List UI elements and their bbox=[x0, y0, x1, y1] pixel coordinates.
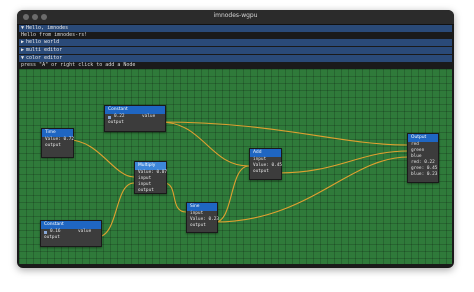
panel-header-color-editor[interactable]: ▼ color editor bbox=[19, 55, 452, 62]
panel-label: multi editor bbox=[26, 47, 63, 53]
slider-label: value bbox=[142, 114, 156, 119]
link-sine-to-output-blue bbox=[214, 156, 409, 223]
output-pin-label[interactable]: output bbox=[42, 143, 73, 149]
slider-handle-icon[interactable] bbox=[108, 115, 111, 119]
link-add-to-output-green bbox=[277, 150, 409, 174]
node-title[interactable]: Constant bbox=[41, 221, 101, 229]
node-sine[interactable]: Sine input Value: 0.23 output bbox=[186, 202, 219, 233]
node-constant-top[interactable]: Constant 0.22 value output bbox=[104, 105, 166, 132]
link-constant-bottom-to-multiply bbox=[96, 182, 135, 238]
node-title[interactable]: Constant bbox=[105, 106, 165, 114]
node-constant-bottom[interactable]: Constant 0.16 value output bbox=[40, 220, 102, 247]
node-title[interactable]: Time bbox=[42, 129, 73, 137]
node-title[interactable]: Multiply bbox=[135, 162, 166, 170]
slider-label: value bbox=[78, 229, 92, 234]
node-title[interactable]: Add bbox=[250, 149, 281, 157]
link-sine-to-add bbox=[214, 165, 250, 223]
hint-text: press "A" or right click to add a Node bbox=[21, 62, 136, 68]
output-pin-label[interactable]: output bbox=[105, 120, 165, 126]
link-multiply-to-sine bbox=[163, 182, 187, 213]
output-pin-label[interactable]: output bbox=[135, 188, 166, 194]
node-time[interactable]: Time Value: 0.72 output bbox=[41, 128, 74, 158]
node-multiply[interactable]: Multiply Value: 0.07 input input output bbox=[134, 161, 167, 194]
panel-label: Hello, imnodes bbox=[26, 25, 69, 31]
panel-header-multi-editor[interactable]: ▶ multi editor bbox=[19, 47, 452, 54]
output-pin-label[interactable]: output bbox=[187, 223, 217, 229]
output-pin-label[interactable]: output bbox=[41, 235, 101, 241]
link-time-to-multiply bbox=[68, 139, 135, 178]
node-title[interactable]: Sine bbox=[187, 203, 217, 211]
node-add[interactable]: Add input Value: 0.45 output bbox=[249, 148, 282, 180]
link-constant-top-to-output-red bbox=[159, 121, 409, 146]
output-pin-label[interactable]: output bbox=[250, 169, 281, 175]
panel-header-hello-world[interactable]: ▶ hello world bbox=[19, 39, 452, 46]
app-window: imnodes-wgpu ▼ Hello, imnodes Hello from … bbox=[17, 10, 454, 268]
blue-value: blue: 0.23 bbox=[411, 172, 438, 177]
window-title: imnodes-wgpu bbox=[213, 12, 258, 19]
node-editor-canvas[interactable]: Time Value: 0.72 output Constant 0.22 va… bbox=[19, 69, 452, 264]
node-output[interactable]: Output red green blue red: 0.22 gree: 0.… bbox=[407, 133, 439, 183]
title-bar: imnodes-wgpu bbox=[17, 10, 454, 25]
panel-header-hello-imnodes[interactable]: ▼ Hello, imnodes bbox=[19, 25, 452, 32]
panel-label: color editor bbox=[26, 55, 63, 61]
panel-label: hello world bbox=[26, 39, 60, 45]
link-constant-top-to-add bbox=[159, 121, 250, 167]
slider-handle-icon[interactable] bbox=[44, 230, 47, 234]
node-title[interactable]: Output bbox=[408, 134, 438, 142]
hello-text: Hello from imnodes-rs! bbox=[21, 32, 88, 38]
